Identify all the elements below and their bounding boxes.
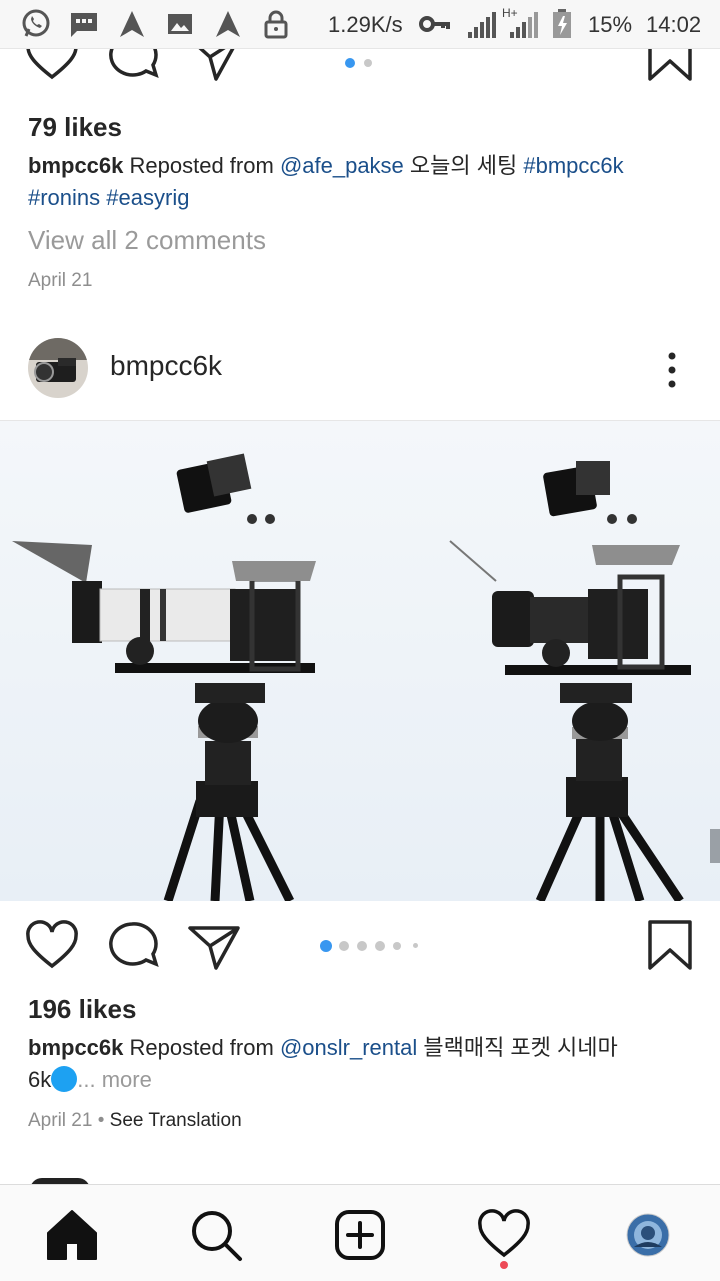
more-options-icon[interactable] [656, 350, 688, 390]
profile-avatar[interactable] [626, 1213, 670, 1257]
post-image[interactable] [0, 421, 720, 901]
caption-username[interactable]: bmpcc6k [28, 153, 123, 178]
caption-username[interactable]: bmpcc6k [28, 1035, 123, 1060]
bookmark-icon[interactable] [642, 49, 698, 85]
bookmark-icon[interactable] [642, 918, 698, 974]
post2-likes[interactable]: 196 likes [28, 994, 136, 1025]
whatsapp-icon [22, 9, 50, 37]
network-type: H+ [502, 6, 518, 20]
net-speed: 1.29K/s [328, 12, 403, 37]
post2-username[interactable]: bmpcc6k [110, 350, 222, 382]
navigation-icon [216, 11, 240, 37]
key-icon [419, 16, 450, 32]
home-icon[interactable] [44, 1207, 100, 1263]
battery-icon [553, 9, 571, 38]
image-icon [168, 14, 192, 34]
repost-handle[interactable]: @onslr_rental [280, 1035, 417, 1060]
repost-handle[interactable]: @afe_pakse [280, 153, 404, 178]
post2-action-bar [0, 916, 720, 976]
lock-icon [264, 10, 288, 39]
blue-circle-emoji [51, 1066, 78, 1092]
like-icon[interactable] [24, 918, 80, 974]
caption-text-line2: 6k [28, 1067, 52, 1092]
meta-separator: • [97, 1110, 105, 1131]
share-icon[interactable] [186, 49, 242, 85]
post2-caption: bmpcc6k Reposted from @onslr_rental 블랙매직… [28, 1032, 668, 1096]
navigation-icon [120, 11, 144, 37]
post2-meta: April 21 • See Translation [28, 1110, 242, 1132]
repost-label: Reposted from [129, 153, 274, 178]
post1-caption: bmpcc6k Reposted from @afe_pakse 오늘의 세팅 … [28, 150, 668, 214]
comment-icon[interactable] [104, 49, 160, 85]
like-icon[interactable] [24, 49, 80, 85]
more-link[interactable]: ... more [77, 1067, 152, 1092]
caption-text: 블랙매직 포켓 시네마 [423, 1035, 618, 1060]
repost-label: Reposted from [129, 1035, 274, 1060]
post2-header: bmpcc6k [0, 336, 720, 421]
avatar[interactable] [28, 338, 88, 398]
view-comments-link[interactable]: View all 2 comments [28, 225, 266, 256]
post1-date: April 21 [28, 270, 93, 291]
caption-text: 오늘의 세팅 [409, 153, 518, 178]
battery-level: 15% [588, 12, 633, 37]
carousel-dot [393, 942, 401, 950]
see-translation-link[interactable]: See Translation [110, 1110, 242, 1131]
post2-date: April 21 [28, 1110, 93, 1131]
post1-likes[interactable]: 79 likes [28, 112, 122, 143]
status-bar: 1.29K/s H+ 15% 14:02 [0, 0, 720, 49]
carousel-dot [339, 941, 349, 951]
notification-dot [500, 1261, 508, 1269]
hashtag[interactable]: #ronins [28, 185, 100, 210]
carousel-dot [364, 59, 372, 67]
share-icon[interactable] [186, 918, 242, 974]
carousel-dot [375, 941, 385, 951]
carousel-dot [345, 58, 355, 68]
hashtag[interactable]: #bmpcc6k [523, 153, 623, 178]
carousel-dot [413, 943, 418, 948]
bottom-nav [0, 1184, 720, 1281]
search-icon[interactable] [188, 1207, 244, 1263]
post1-action-bar [0, 49, 720, 89]
activity-heart-icon[interactable] [476, 1207, 532, 1263]
carousel-dot [320, 940, 332, 952]
clock: 14:02 [646, 12, 702, 37]
carousel-dot [357, 941, 367, 951]
message-icon [71, 13, 97, 37]
add-post-icon[interactable] [332, 1207, 388, 1263]
hashtag[interactable]: #easyrig [106, 185, 189, 210]
comment-icon[interactable] [104, 918, 160, 974]
